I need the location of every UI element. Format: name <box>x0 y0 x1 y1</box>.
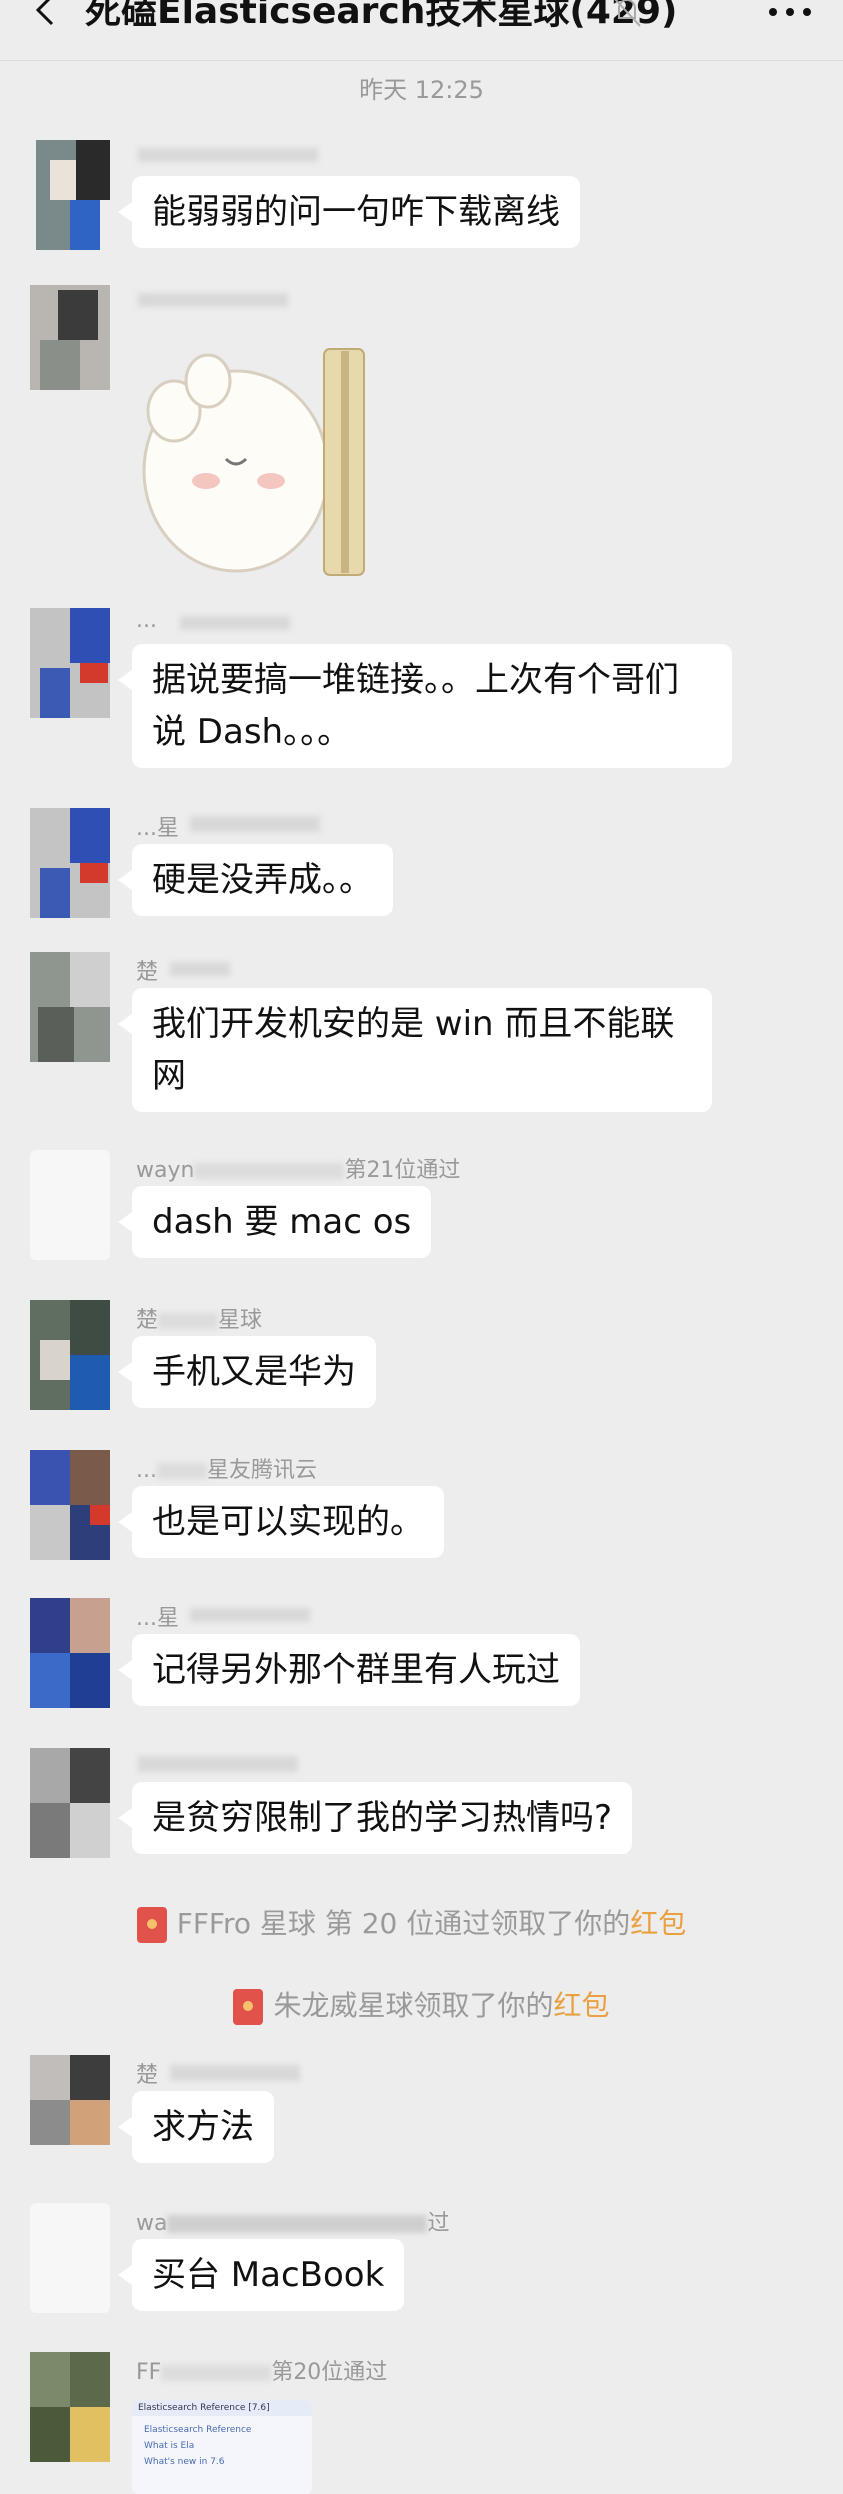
avatar[interactable] <box>30 1450 110 1560</box>
thumbnail-line: Elasticsearch Reference <box>144 2425 252 2435</box>
red-packet-link[interactable]: 红包 <box>554 1989 610 2022</box>
message-bubble[interactable]: 求方法 <box>118 2091 274 2163</box>
chat-timestamp: 昨天 12:25 <box>359 76 484 104</box>
thumbnail-title: Elasticsearch Reference [7.6] <box>132 2400 312 2416</box>
blurred-sender <box>138 148 318 162</box>
chat-header: 死磕Elasticsearch技术星球(429) <box>0 0 843 61</box>
image-thumbnail[interactable]: Elasticsearch Reference [7.6] Elasticsea… <box>132 2400 312 2494</box>
sender-name: ...星 <box>136 1606 179 1631</box>
thumbnail-line: What's new in 7.6 <box>144 2457 225 2467</box>
sender-name: ...星 <box>136 816 179 841</box>
avatar[interactable] <box>30 285 110 390</box>
sender-name: FF 第20位通过 <box>136 2360 388 2385</box>
avatar[interactable] <box>30 2055 110 2145</box>
blurred-sender <box>170 2065 300 2081</box>
avatar[interactable] <box>30 952 110 1062</box>
thumbnail-line: What is Ela <box>144 2441 195 2451</box>
avatar[interactable] <box>30 1150 110 1260</box>
avatar[interactable] <box>30 1598 110 1708</box>
sender-name: wa 过 <box>136 2211 450 2236</box>
blurred-sender <box>138 293 288 307</box>
blurred-sender <box>190 816 320 832</box>
message-bubble[interactable]: dash 要 mac os <box>117 1186 432 1258</box>
sender-name: 楚 <box>136 2063 159 2088</box>
message-bubble[interactable]: 能弱弱的问一句咋下载离线 <box>118 176 580 248</box>
red-packet-icon <box>136 1907 167 1943</box>
message-bubble[interactable]: 买台 MacBook <box>117 2239 405 2311</box>
blurred-sender <box>180 616 290 630</box>
avatar[interactable] <box>30 2203 110 2313</box>
red-packet-notice: 朱龙威星球领取了你的红包 <box>0 1984 843 2025</box>
message-bubble[interactable]: 是贫穷限制了我的学习热情吗? <box>117 1782 633 1854</box>
red-packet-icon <box>233 1989 264 2025</box>
message-bubble[interactable]: 手机又是华为 <box>118 1336 376 1408</box>
avatar[interactable] <box>30 1300 110 1410</box>
sender-name: ... 星友腾讯云 <box>136 1458 317 1483</box>
bell-muted-icon <box>614 0 641 27</box>
message-bubble[interactable]: 记得另外那个群里有人玩过 <box>118 1634 580 1706</box>
message-bubble[interactable]: 据说要搞一堆链接。。上次有个哥们说 Dash。。。 <box>118 644 732 768</box>
blurred-sender <box>190 1608 310 1622</box>
sender-name: 楚 <box>136 960 159 985</box>
blurred-sender <box>170 962 230 976</box>
back-arrow-icon[interactable] <box>22 0 66 38</box>
blurred-sender <box>138 1756 298 1772</box>
cartoon-sticker[interactable] <box>136 341 396 581</box>
avatar[interactable] <box>30 808 110 918</box>
message-bubble[interactable]: 我们开发机安的是 win 而且不能联网 <box>118 988 712 1112</box>
avatar[interactable] <box>30 140 110 250</box>
avatar[interactable] <box>30 2352 110 2462</box>
red-packet-link[interactable]: 红包 <box>630 1907 686 1940</box>
message-bubble[interactable]: 也是可以实现的。 <box>118 1486 444 1558</box>
avatar[interactable] <box>30 1748 110 1858</box>
more-dots-icon[interactable] <box>765 0 815 24</box>
message-bubble[interactable]: 硬是没弄成。。 <box>118 844 393 916</box>
sender-name: wayn 第21位通过 <box>136 1158 461 1183</box>
chat-title: 死磕Elasticsearch技术星球(429) <box>85 0 678 32</box>
red-packet-notice: FFFro 星球 第 20 位通过领取了你的红包 <box>0 1902 833 1943</box>
sender-name: 楚星球 <box>136 1308 263 1333</box>
sender-name: ... <box>136 608 157 633</box>
avatar[interactable] <box>30 608 110 718</box>
